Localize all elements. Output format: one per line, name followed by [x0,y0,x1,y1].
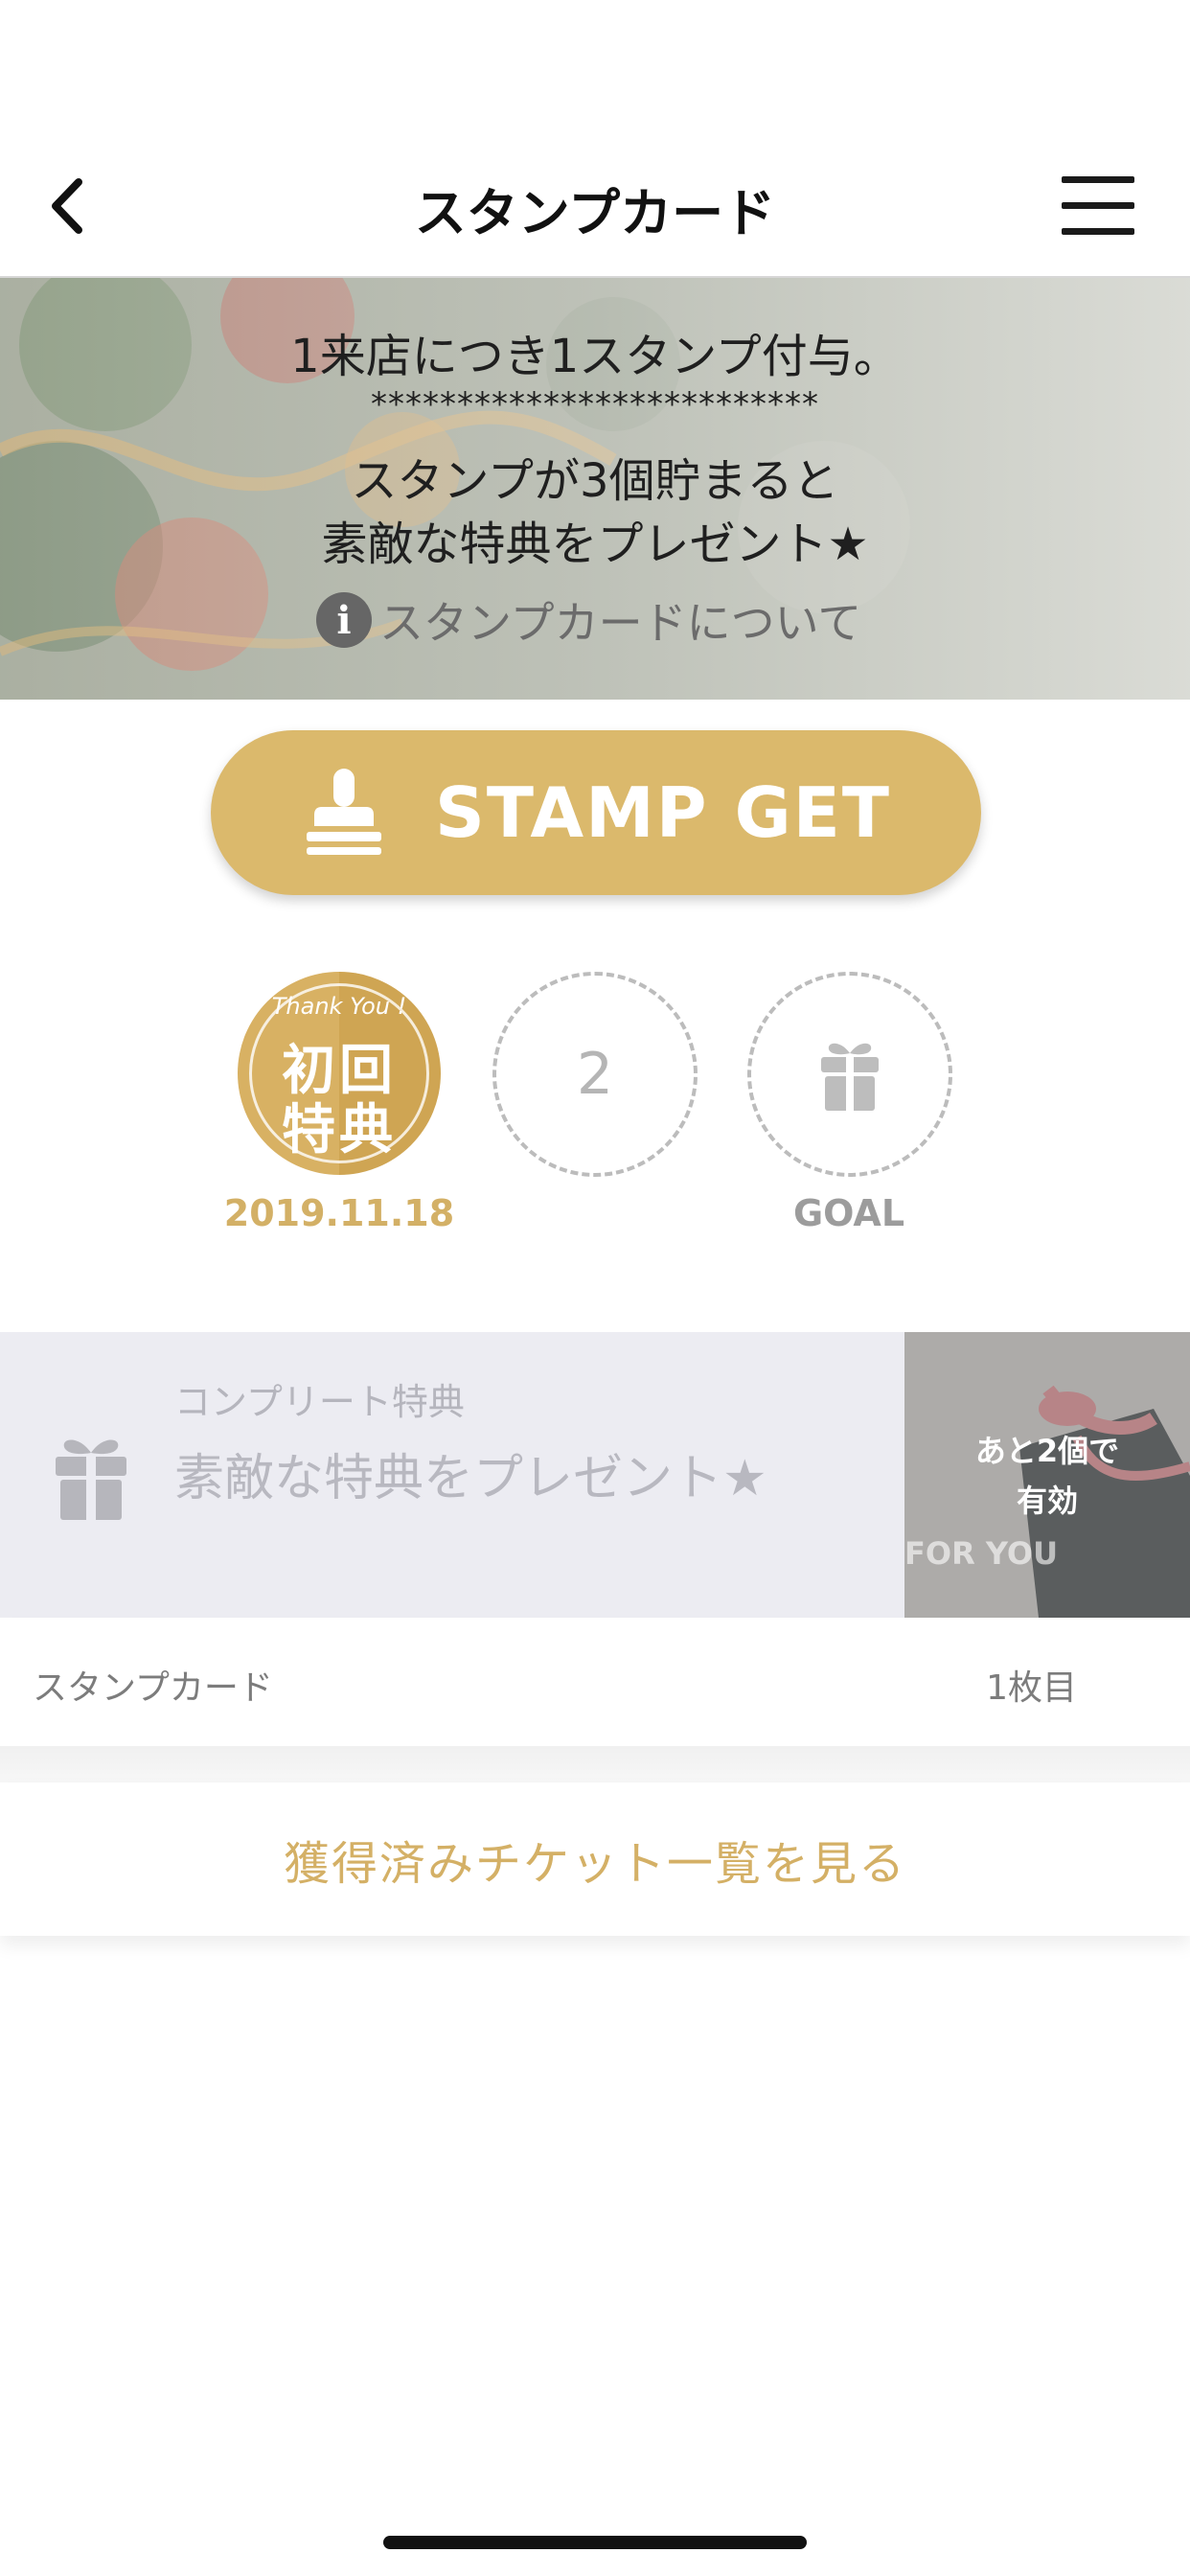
stamp-slot-1: Thank You ! 初回 特典 [238,972,441,1175]
info-icon: i [316,592,372,648]
banner-separator: ************************** [371,385,819,424]
banner-rule-text: 1来店につき1スタンプ付与。 [290,330,900,383]
complete-reward-text: 素敵な特典をプレゼント★ [174,1450,767,1507]
goal-label: GOAL [792,1192,905,1234]
stamp-slot-goal [747,972,952,1177]
view-tickets-button[interactable]: 獲得済みチケット一覧を見る [0,1782,1190,1936]
stamp-slot-number: 2 [576,1041,614,1108]
gift-icon [56,1439,126,1520]
stamp-get-button[interactable]: STAMP GET [211,730,981,895]
stamp-card-info-row: スタンプカード 1枚目 [0,1618,1190,1746]
first-visit-stamp: Thank You ! 初回 特典 [238,972,441,1175]
stamp-date: 2019.11.18 [223,1192,455,1234]
card-count: 1枚目 [986,1668,1077,1708]
banner-description-2: 素敵な特典をプレゼント★ [321,518,869,571]
home-indicator[interactable] [383,2536,807,2549]
section-divider [0,1746,1190,1782]
stamp-icon [307,769,381,855]
menu-button[interactable] [1062,176,1134,236]
reward-gift-image: FOR YOU あと2個で 有効 [904,1332,1190,1618]
hamburger-menu-icon [1062,176,1134,183]
stamp-badge-line2: 特典 [282,1099,397,1162]
gift-icon [821,1043,879,1111]
stamp-thank-you-text: Thank You ! [271,993,407,1020]
page-title: スタンプカード [414,183,776,243]
card-info-label: スタンプカード [33,1668,273,1708]
stamp-get-label: STAMP GET [435,772,891,853]
reward-image-caption: FOR YOU [904,1535,1059,1572]
complete-reward-label: コンプリート特典 [174,1381,465,1423]
banner-description-1: スタンプが3個貯まると [351,454,839,508]
stamp-card-banner: 1来店につき1スタンプ付与。 *************************… [0,278,1190,700]
about-link-label: スタンプカードについて [379,597,862,649]
reward-remaining-text: あと2個で 有効 [974,1433,1120,1519]
about-stamp-card-link[interactable]: i スタンプカードについて [316,589,861,651]
stamp-badge-line1: 初回 [282,1040,397,1102]
complete-reward-card[interactable]: コンプリート特典 素敵な特典をプレゼント★ FOR YOU あと2個で 有効 [0,1332,1190,1618]
stamp-slot-2: 2 [492,972,698,1177]
app-header: スタンプカード [0,0,1190,278]
